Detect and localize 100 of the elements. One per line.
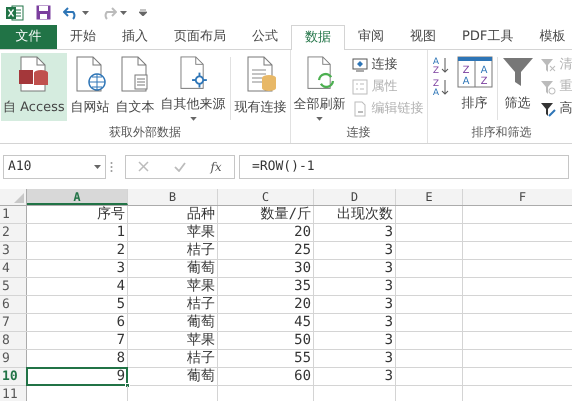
funnel-pencil-icon [540,101,556,117]
table-cell[interactable]: 苹果 [128,332,217,349]
table-cell[interactable]: 5 [27,296,127,313]
column-header[interactable]: B [128,189,218,205]
table-cell[interactable]: 9 [27,368,127,385]
row-header[interactable]: 4 [0,260,27,277]
caret-icon [94,164,101,168]
table-cell[interactable]: 25 [218,242,313,259]
column-header[interactable]: C [218,189,314,205]
table-cell[interactable]: 葡萄 [128,314,217,331]
fill-handle[interactable] [125,383,130,388]
ribbon-tab[interactable]: 视图 [397,25,449,49]
table-cell[interactable]: 3 [314,278,395,295]
table-cell[interactable]: 葡萄 [128,260,217,277]
row-header[interactable]: 3 [0,242,27,259]
ribbon-tab[interactable]: 插入 [109,25,161,49]
row-header[interactable]: 10 [0,368,27,385]
table-cell[interactable]: 桔子 [128,242,217,259]
table-cell[interactable]: 品种 [128,206,217,223]
ribbon-button[interactable]: 自网站 [68,53,112,121]
ribbon-tab[interactable]: 数据 [291,25,345,50]
table-cell[interactable]: 7 [27,332,127,349]
table-cell[interactable]: 3 [314,242,395,259]
table-cell[interactable]: 桔子 [128,350,217,367]
table-cell[interactable]: 2 [27,242,127,259]
table-cell[interactable]: 55 [218,350,313,367]
database-document-icon [16,56,51,92]
table-cell[interactable]: 3 [314,260,395,277]
ribbon-button[interactable]: 筛选 [500,53,536,121]
ribbon-group-label: 排序和筛选 [470,124,533,140]
column-header[interactable]: E [396,189,463,205]
table-cell[interactable]: 20 [218,224,313,241]
table-cell[interactable]: 60 [218,368,313,385]
table-cell[interactable]: 3 [314,224,395,241]
ribbon-tab[interactable]: PDF工具 [449,25,526,49]
column-header[interactable]: A [27,189,128,205]
ribbon-button[interactable]: 自 Access [1,53,67,121]
table-cell[interactable]: 3 [27,260,127,277]
ribbon-tab[interactable]: 开始 [57,25,109,49]
ribbon-button[interactable]: Z A A Z 排序 [454,53,495,121]
table-cell[interactable]: 苹果 [128,224,217,241]
table-cell[interactable]: 出现次数 [314,206,395,223]
save-icon[interactable] [36,5,51,20]
ribbon-button[interactable]: 自文本 [114,53,157,121]
table-cell[interactable]: 50 [218,332,313,349]
formula-field[interactable]: =ROW()-1 [239,154,569,178]
table-cell[interactable]: 桔子 [128,296,217,313]
sort-icon: Z A A Z [456,56,493,88]
row-header[interactable]: 7 [0,314,27,331]
table-cell[interactable]: 3 [314,350,395,367]
ribbon-tab[interactable]: 模板 [526,25,572,49]
row-header[interactable]: 1 [0,206,27,223]
table-cell[interactable]: 3 [314,368,395,385]
table-cell[interactable]: 3 [314,314,395,331]
funnel-cross-icon [540,57,556,73]
table-cell[interactable]: 苹果 [128,278,217,295]
ribbon-button[interactable]: 自其他来源 [158,53,228,121]
column-header[interactable]: D [314,189,396,205]
ribbon-group-label: 连接 [346,124,372,140]
ribbon-button[interactable]: 现有连接 [232,53,289,121]
grip-icon [110,160,113,172]
row-header[interactable]: 5 [0,278,27,295]
triangle-icon [14,193,24,203]
table-cell[interactable]: 6 [27,314,127,331]
row-header[interactable]: 6 [0,296,27,313]
table-cell[interactable]: 35 [218,278,313,295]
table-cell[interactable]: 序号 [27,206,127,223]
list-icon [352,79,368,95]
name-box[interactable]: A10 [3,154,106,178]
table-cell[interactable]: 30 [218,260,313,277]
ribbon-small-button[interactable]: 高 [538,99,572,119]
table-cell[interactable]: 4 [27,278,127,295]
funnel-icon [502,56,534,88]
monitor-icon [352,58,368,72]
spreadsheet-app-icon [6,4,24,20]
ribbon-small-button[interactable]: 连接 [350,55,426,75]
table-cell[interactable]: 8 [27,350,127,367]
table-cell[interactable]: 3 [314,296,395,313]
caret-icon [120,10,127,14]
table-cell[interactable]: 45 [218,314,313,331]
row-header[interactable]: 9 [0,350,27,367]
ribbon-tab[interactable]: 文件 [0,25,57,49]
row-header[interactable]: 2 [0,224,27,241]
link-document-icon [352,101,368,117]
table-cell[interactable]: 3 [314,332,395,349]
ribbon-tab[interactable]: 页面布局 [161,25,239,49]
row-header[interactable]: 11 [0,386,27,401]
check-icon[interactable] [174,162,186,172]
table-cell[interactable]: 数量/斤 [218,206,313,223]
row-header[interactable]: 8 [0,332,27,349]
ribbon-tab[interactable]: 审阅 [345,25,397,49]
caret-icon [82,10,89,14]
ribbon-tab[interactable]: 公式 [239,25,291,49]
insert-function-button[interactable]: fx [210,158,222,176]
column-header[interactable]: F [463,189,572,205]
table-cell[interactable]: 1 [27,224,127,241]
ribbon-button[interactable]: 全部刷新 [292,53,348,121]
table-cell[interactable]: 20 [218,296,313,313]
customize-menu-icon[interactable] [139,9,147,16]
table-cell[interactable]: 葡萄 [128,368,217,385]
